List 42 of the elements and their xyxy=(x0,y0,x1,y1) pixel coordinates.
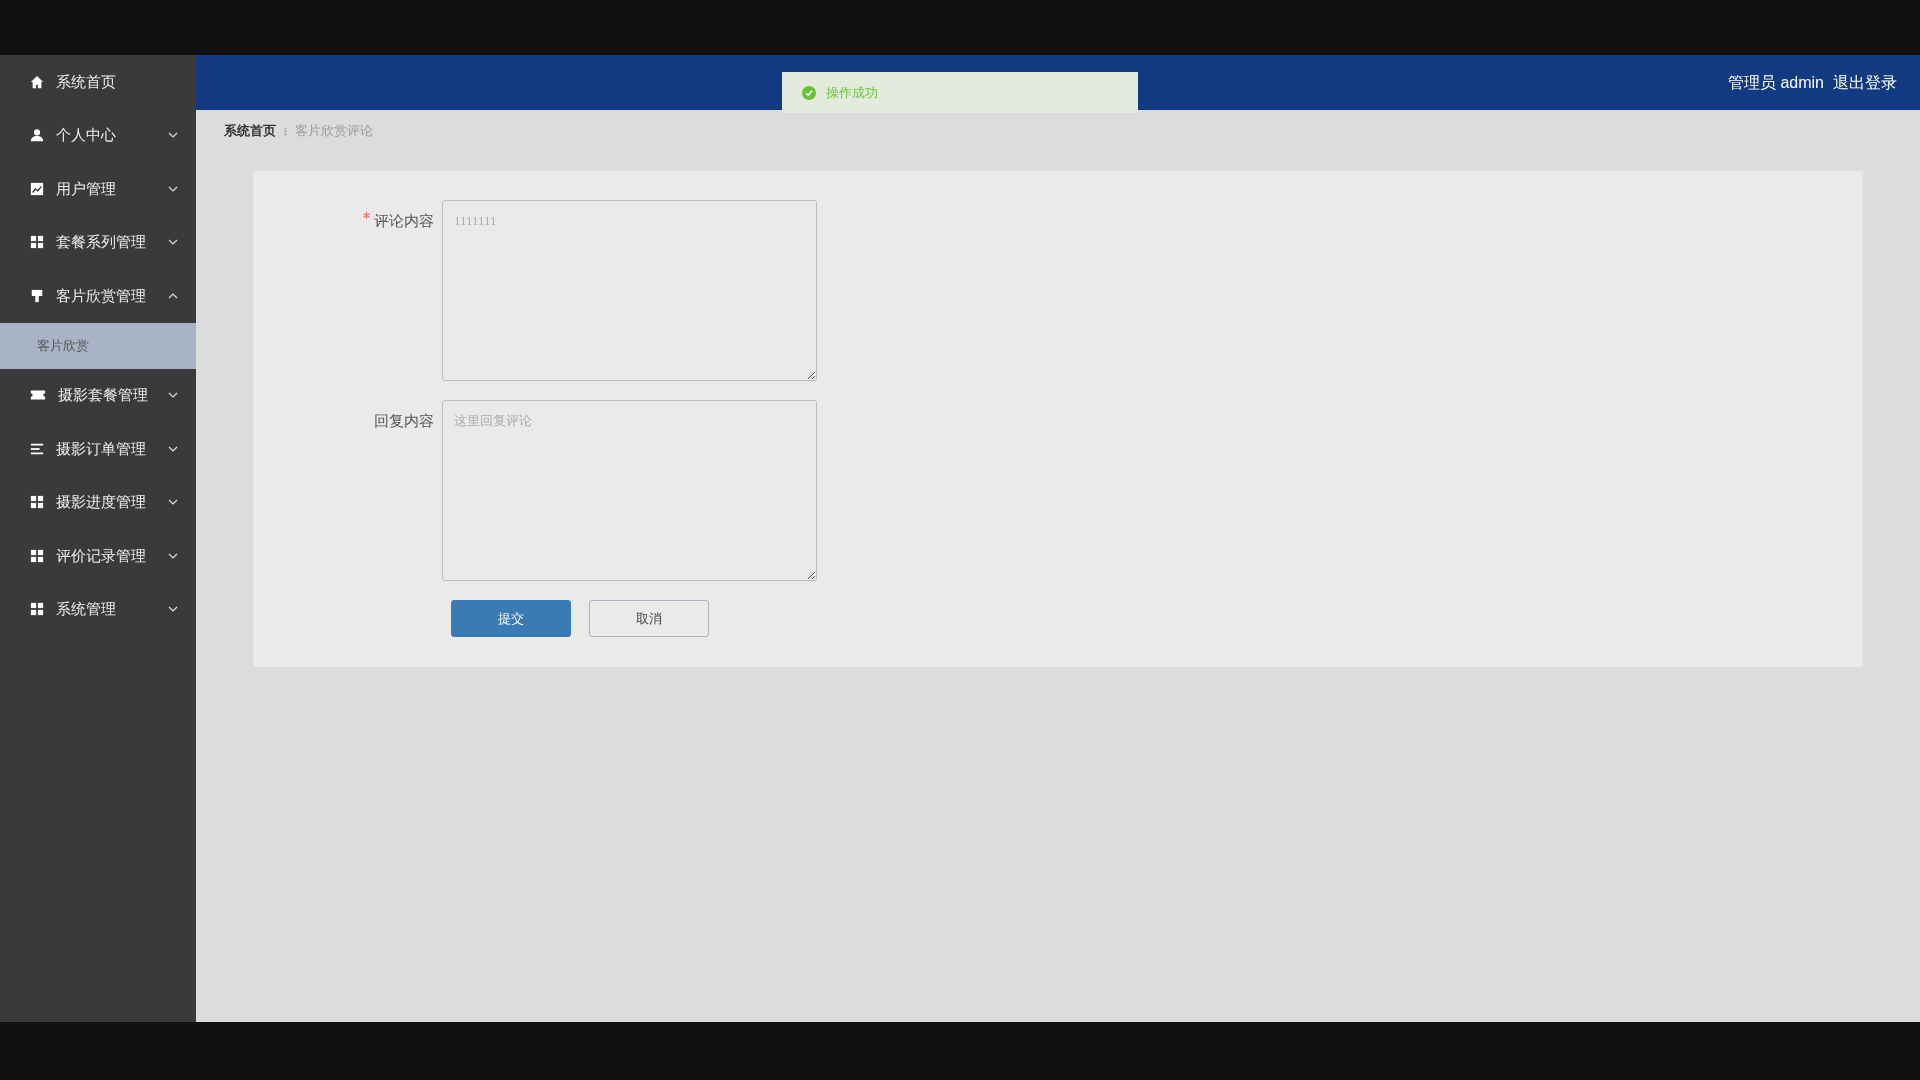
submit-button[interactable]: 提交 xyxy=(451,600,571,637)
field-label: 回复内容 xyxy=(374,411,434,431)
grid-icon xyxy=(30,235,44,250)
breadcrumb-item: 客片欣赏评论 xyxy=(295,122,373,141)
user-name: 管理员 admin xyxy=(1727,72,1824,93)
logout-link[interactable]: 退出登录 xyxy=(1833,70,1897,95)
chevron-icon xyxy=(168,445,178,452)
sidebar-item[interactable]: 套餐系列管理 xyxy=(0,215,196,269)
grid-icon xyxy=(30,548,44,563)
sidebar-item[interactable]: 系统管理 xyxy=(0,582,196,636)
text-area[interactable]: 1111111 xyxy=(442,200,817,381)
submenu-item[interactable]: 客片欣赏 xyxy=(0,322,196,369)
text-area[interactable]: 这里回复评论 xyxy=(442,400,817,581)
sidebar-item[interactable]: 评价记录管理 xyxy=(0,529,196,583)
person-icon xyxy=(30,128,44,143)
breadcrumb-item[interactable]: 系统首页 xyxy=(224,121,276,141)
sidebar-item[interactable]: 摄影进度管理 xyxy=(0,475,196,529)
sidebar-item[interactable]: 个人中心 xyxy=(0,108,196,162)
sidebar-item[interactable]: 客片欣赏管理 xyxy=(0,269,196,323)
toast-message: 操作成功 xyxy=(826,83,878,102)
required-mark-icon xyxy=(363,212,370,219)
chevron-icon xyxy=(168,606,178,613)
check-circle-icon xyxy=(802,85,816,100)
home-icon xyxy=(30,74,44,89)
chevron-icon xyxy=(168,239,178,246)
sidebar-item[interactable]: 用户管理 xyxy=(0,162,196,216)
chevron-icon xyxy=(168,132,178,139)
sidebar-item[interactable]: 摄影套餐管理 xyxy=(0,368,196,422)
chevron-icon xyxy=(168,392,178,399)
sidebar-item[interactable]: 系统首页 xyxy=(0,55,196,109)
chevron-icon xyxy=(168,552,178,559)
list-icon xyxy=(30,441,44,456)
sidebar-item[interactable]: 摄影订单管理 xyxy=(0,422,196,476)
brush-icon xyxy=(30,288,44,303)
chevron-icon xyxy=(168,185,178,192)
chart-icon xyxy=(30,181,44,196)
field-label: 评论内容 xyxy=(374,211,434,231)
chevron-icon xyxy=(168,292,178,299)
chevron-icon xyxy=(168,499,178,506)
grid-icon xyxy=(30,602,44,617)
cancel-button[interactable]: 取消 xyxy=(589,600,709,637)
grid-icon xyxy=(30,495,44,510)
